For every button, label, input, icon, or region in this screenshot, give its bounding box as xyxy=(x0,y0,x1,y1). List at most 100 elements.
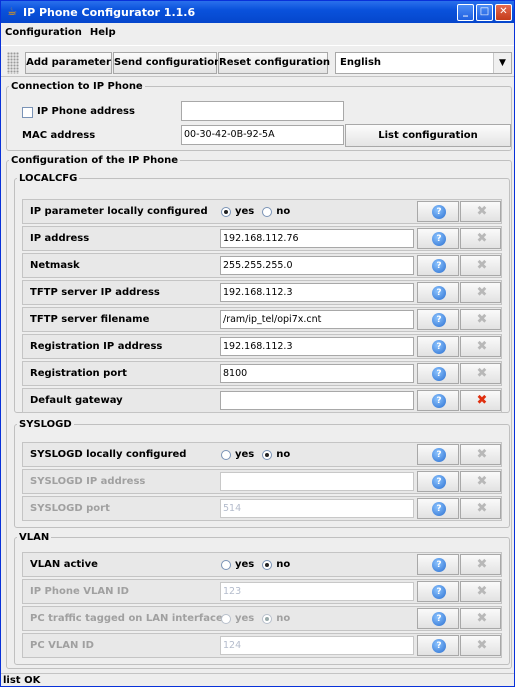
radio-no-label: no xyxy=(276,559,291,570)
param-row-syslogd-ip: SYSLOGD IP address ? ✖ xyxy=(22,469,502,494)
netmask-input[interactable]: 255.255.255.0 xyxy=(220,256,414,275)
radio-yes-label: yes xyxy=(235,206,255,217)
tftp-filename-input[interactable]: /ram/ip_tel/opi7x.cnt xyxy=(220,310,414,329)
param-label: SYSLOGD IP address xyxy=(30,476,146,487)
help-button[interactable]: ? xyxy=(417,336,459,357)
delete-button[interactable]: ✖ xyxy=(460,498,501,519)
help-icon: ? xyxy=(432,394,446,408)
delete-icon: ✖ xyxy=(476,231,488,246)
help-button[interactable]: ? xyxy=(417,554,459,575)
toolbar: Add parameter Send configuration Reset c… xyxy=(1,45,514,77)
help-button[interactable]: ? xyxy=(417,201,459,222)
delete-icon: ✖ xyxy=(476,312,488,327)
param-label: VLAN active xyxy=(30,559,98,570)
default-gateway-input[interactable] xyxy=(220,391,414,410)
syslogd-legend: SYSLOGD xyxy=(19,419,72,430)
title-bar: ☕ IP Phone Configurator 1.1.6 _ □ ✕ xyxy=(1,1,514,23)
delete-button[interactable]: ✖ xyxy=(460,390,501,411)
radio-yes-label: yes xyxy=(235,449,255,460)
ip-phone-address-label: IP Phone address xyxy=(37,106,135,117)
help-button[interactable]: ? xyxy=(417,498,459,519)
param-label: PC traffic tagged on LAN interface xyxy=(30,613,223,624)
help-button[interactable]: ? xyxy=(417,228,459,249)
radio-yes-label: yes xyxy=(235,559,255,570)
registration-port-input[interactable]: 8100 xyxy=(220,364,414,383)
help-button[interactable]: ? xyxy=(417,282,459,303)
help-button[interactable]: ? xyxy=(417,581,459,602)
menu-configuration[interactable]: Configuration xyxy=(1,27,86,38)
radio-no[interactable] xyxy=(262,449,273,460)
help-icon: ? xyxy=(432,259,446,273)
param-label: Default gateway xyxy=(30,395,123,406)
window-title: IP Phone Configurator 1.1.6 xyxy=(23,5,196,19)
param-row-registration-port: Registration port 8100 ? ✖ xyxy=(22,361,502,386)
help-icon: ? xyxy=(432,502,446,516)
param-row-registration-ip: Registration IP address 192.168.112.3 ? … xyxy=(22,334,502,359)
minimize-button[interactable]: _ xyxy=(457,3,474,21)
registration-ip-input[interactable]: 192.168.112.3 xyxy=(220,337,414,356)
help-button[interactable]: ? xyxy=(417,608,459,629)
delete-button[interactable]: ✖ xyxy=(460,635,501,656)
help-icon: ? xyxy=(432,205,446,219)
radio-yes[interactable] xyxy=(221,559,231,570)
java-cup-icon: ☕ xyxy=(7,5,17,18)
help-button[interactable]: ? xyxy=(417,390,459,411)
param-row-tftp-filename: TFTP server filename /ram/ip_tel/opi7x.c… xyxy=(22,307,502,332)
radio-no-label: no xyxy=(276,449,291,460)
delete-icon: ✖ xyxy=(476,501,488,516)
tftp-ip-input[interactable]: 192.168.112.3 xyxy=(220,283,414,302)
ip-address-input[interactable]: 192.168.112.76 xyxy=(220,229,414,248)
reset-configuration-button[interactable]: Reset configuration xyxy=(218,52,330,74)
help-button[interactable]: ? xyxy=(417,471,459,492)
param-label: SYSLOGD port xyxy=(30,503,110,514)
delete-button[interactable]: ✖ xyxy=(460,282,501,303)
chevron-down-icon[interactable]: ▼ xyxy=(493,53,511,73)
delete-button[interactable]: ✖ xyxy=(460,444,501,465)
ip-phone-address-input[interactable] xyxy=(181,101,344,121)
delete-icon: ✖ xyxy=(476,339,488,354)
help-button[interactable]: ? xyxy=(417,444,459,465)
radio-no[interactable] xyxy=(262,206,273,217)
add-parameter-button[interactable]: Add parameter xyxy=(25,52,112,74)
radio-yes xyxy=(221,613,231,624)
menu-help[interactable]: Help xyxy=(86,27,120,38)
param-row-vlan-active: VLAN active yes no ? ✖ xyxy=(22,552,502,577)
delete-icon: ✖ xyxy=(476,447,488,462)
delete-icon: ✖ xyxy=(476,557,488,572)
delete-button[interactable]: ✖ xyxy=(460,228,501,249)
delete-icon: ✖ xyxy=(476,393,488,408)
connection-legend: Connection to IP Phone xyxy=(11,81,143,92)
param-row-pc-vlan-id: PC VLAN ID 124 ? ✖ xyxy=(22,633,502,658)
delete-button[interactable]: ✖ xyxy=(460,608,501,629)
radio-yes[interactable] xyxy=(221,206,231,217)
delete-button[interactable]: ✖ xyxy=(460,471,501,492)
delete-button[interactable]: ✖ xyxy=(460,554,501,575)
help-button[interactable]: ? xyxy=(417,309,459,330)
maximize-button[interactable]: □ xyxy=(476,3,493,21)
ip-phone-address-checkbox[interactable] xyxy=(22,107,33,118)
language-select[interactable]: English ▼ xyxy=(335,52,512,74)
help-button[interactable]: ? xyxy=(417,255,459,276)
help-button[interactable]: ? xyxy=(417,363,459,384)
param-label: Netmask xyxy=(30,260,80,271)
help-icon: ? xyxy=(432,448,446,462)
close-button[interactable]: ✕ xyxy=(495,3,512,21)
mac-address-input[interactable]: 00-30-42-0B-92-5A xyxy=(181,125,344,145)
delete-button[interactable]: ✖ xyxy=(460,255,501,276)
radio-no-label: no xyxy=(276,613,291,624)
delete-button[interactable]: ✖ xyxy=(460,309,501,330)
vlan-legend: VLAN xyxy=(19,532,50,543)
delete-button[interactable]: ✖ xyxy=(460,581,501,602)
param-row-ip-address: IP address 192.168.112.76 ? ✖ xyxy=(22,226,502,251)
delete-button[interactable]: ✖ xyxy=(460,201,501,222)
radio-yes[interactable] xyxy=(221,449,231,460)
help-button[interactable]: ? xyxy=(417,635,459,656)
delete-button[interactable]: ✖ xyxy=(460,336,501,357)
delete-button[interactable]: ✖ xyxy=(460,363,501,384)
radio-no-label: no xyxy=(276,206,291,217)
list-configuration-button[interactable]: List configuration xyxy=(345,124,511,147)
radio-no[interactable] xyxy=(262,559,273,570)
toolbar-grip[interactable] xyxy=(7,52,19,74)
send-configuration-button[interactable]: Send configuration xyxy=(113,52,221,74)
delete-icon: ✖ xyxy=(476,285,488,300)
